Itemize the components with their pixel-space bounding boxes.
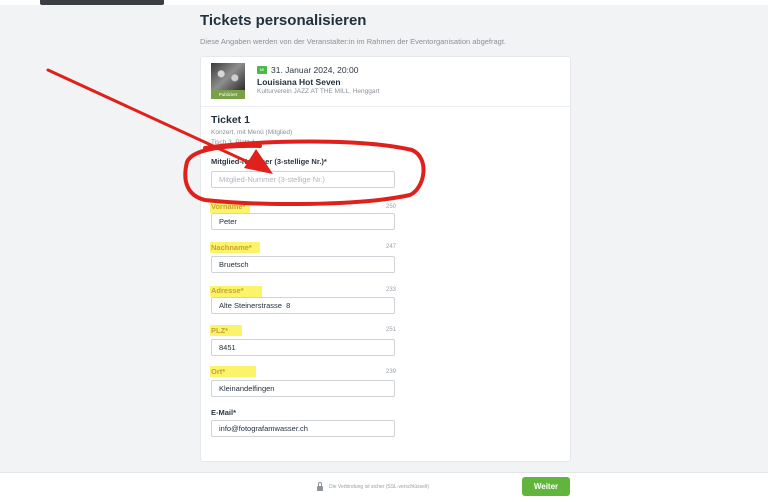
red-arrow-annotation [46,68,273,174]
annotation-overlay [46,68,426,206]
